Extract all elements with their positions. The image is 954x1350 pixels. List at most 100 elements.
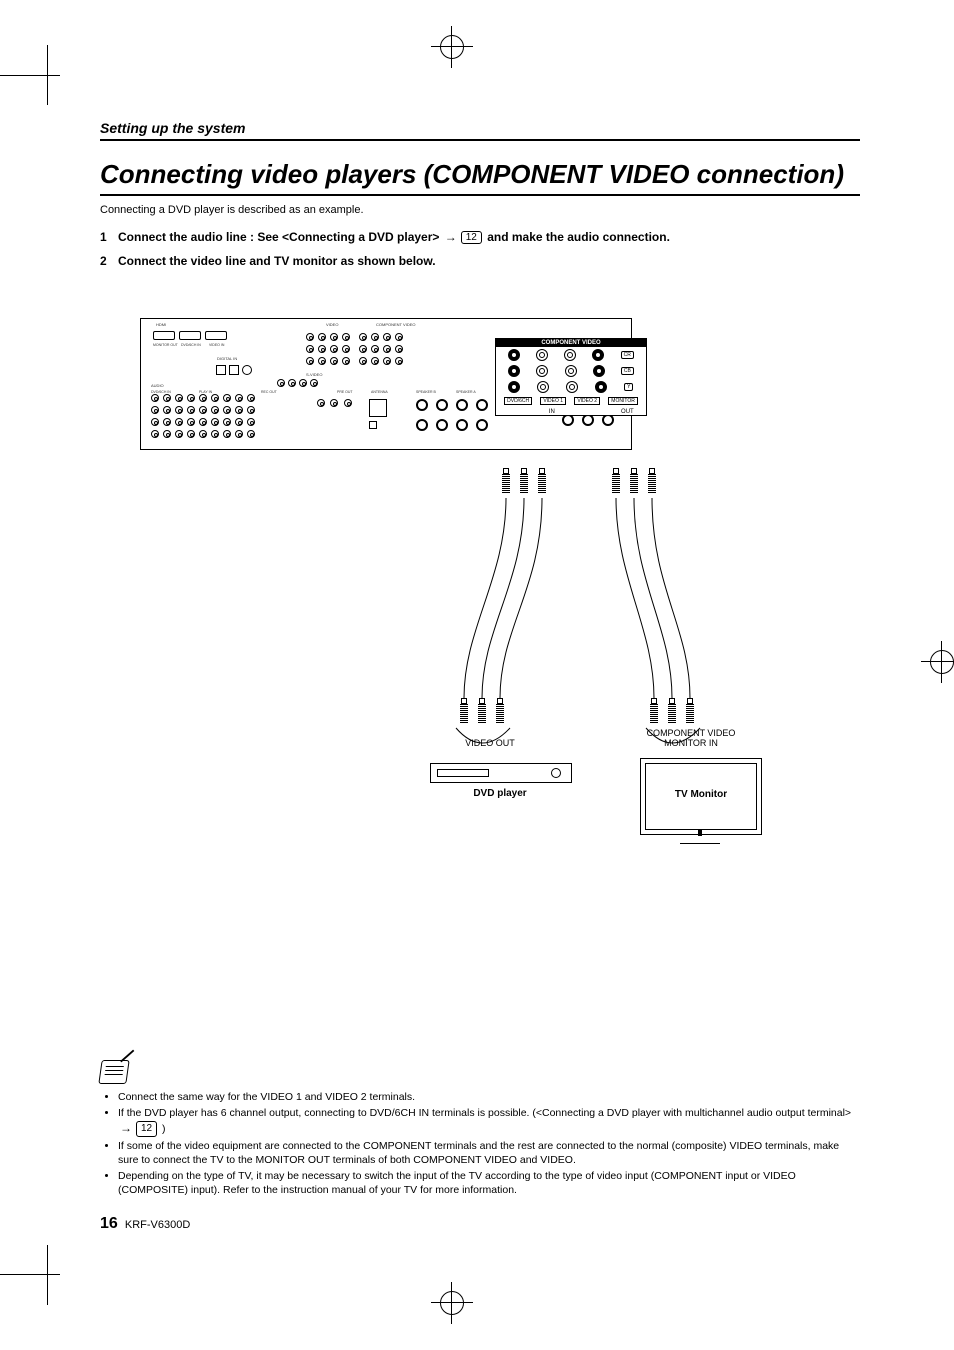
note-item-4: Depending on the type of TV, it may be n…	[118, 1169, 860, 1197]
audio-rca-bank	[151, 394, 257, 440]
label-audio: AUDIO	[151, 384, 164, 388]
note-icon	[98, 1060, 129, 1084]
rca-jack	[564, 349, 576, 361]
step-1-text: Connect the audio line : See <Connecting…	[118, 230, 670, 244]
crop-mark-top-left	[0, 45, 60, 105]
rca-jack	[508, 365, 520, 377]
label-monitor-out: MONITOR OUT	[153, 343, 178, 347]
page-title: Connecting video players (COMPONENT VIDE…	[100, 159, 860, 196]
label-s-video: S-VIDEO	[306, 373, 322, 377]
rca-jack	[592, 349, 604, 361]
label-speaker-a: SPEAKER A	[456, 390, 476, 394]
video-out-label: VIDEO OUT	[460, 738, 520, 748]
arrow-icon: →	[120, 1121, 132, 1135]
step-1-text-b: and make the audio connection.	[487, 230, 670, 244]
section-header: Setting up the system	[100, 120, 860, 141]
rca-jack	[536, 349, 548, 361]
col-label-video2: VIDEO 2	[574, 397, 600, 405]
coaxial-port	[242, 365, 252, 375]
hdmi-port	[153, 331, 175, 340]
crop-mark-bottom-left	[0, 1245, 60, 1305]
label-video: VIDEO	[326, 323, 338, 327]
optical-port	[216, 365, 226, 375]
in-label: IN	[496, 409, 608, 415]
hdmi-port	[179, 331, 201, 340]
registration-mark-bottom	[440, 1291, 464, 1315]
intro-text: Connecting a DVD player is described as …	[100, 204, 860, 216]
dvd-player-label: DVD player	[460, 788, 540, 799]
page-ref-12b: 12	[136, 1121, 157, 1137]
rca-plug	[612, 468, 620, 498]
rca-jack	[593, 365, 605, 377]
plug-group-dvd	[460, 698, 504, 728]
component-monitor-in-line1: COMPONENT VIDEO	[647, 728, 736, 738]
rca-plug	[478, 698, 486, 728]
col-label-dvd6ch: DVD/6CH	[504, 397, 532, 405]
component-monitor-in-label: COMPONENT VIDEO MONITOR IN	[636, 728, 746, 748]
page-footer: 16 KRF-V6300D	[100, 1215, 190, 1233]
note-list: Connect the same way for the VIDEO 1 and…	[100, 1090, 860, 1198]
label-pre-out: PRE OUT	[337, 390, 353, 394]
antenna-block	[369, 399, 387, 417]
label-digital-in: DIGITAL IN	[217, 357, 237, 361]
label-antenna: ANTENNA	[371, 390, 388, 394]
step-1-number: 1	[100, 230, 118, 244]
rca-jack	[565, 365, 577, 377]
col-label-video1: VIDEO 1	[540, 397, 566, 405]
note-item-1: Connect the same way for the VIDEO 1 and…	[118, 1090, 860, 1104]
label-video-in: VIDEO IN	[209, 343, 224, 347]
row-label-cb: CB	[621, 367, 634, 375]
tv-monitor-illustration: TV Monitor	[640, 758, 762, 835]
note-item-2-text: If the DVD player has 6 channel output, …	[118, 1107, 851, 1119]
label-component-video: COMPONENT VIDEO	[376, 323, 416, 327]
rca-plug	[460, 698, 468, 728]
rca-jack	[537, 381, 549, 393]
registration-mark-top	[440, 35, 464, 59]
rca-jack	[595, 381, 607, 393]
note-item-2: If the DVD player has 6 channel output, …	[118, 1106, 860, 1137]
tv-stand	[680, 833, 720, 844]
arrow-icon: →	[445, 230, 457, 244]
rca-plug	[650, 698, 658, 728]
col-label-monitor: MONITOR	[608, 397, 638, 405]
page-number: 16	[100, 1215, 118, 1232]
rca-jack	[536, 365, 548, 377]
model-name: KRF-V6300D	[125, 1219, 190, 1231]
step-2-text: Connect the video line and TV monitor as…	[118, 254, 436, 268]
row-label-y: Y	[624, 383, 633, 391]
connection-diagram: HDMI VIDEO COMPONENT VIDEO MONITOR OUT D…	[140, 318, 820, 878]
label-dvd6ch-in: DVD/6CH IN	[181, 343, 201, 347]
gnd-terminal	[369, 421, 377, 429]
registration-mark-right	[930, 650, 954, 674]
rca-plug	[648, 468, 656, 498]
rca-plug	[668, 698, 676, 728]
hdmi-port	[205, 331, 227, 340]
label-hdmi: HDMI	[156, 323, 166, 327]
rca-jack	[566, 381, 578, 393]
component-video-title: COMPONENT VIDEO	[496, 339, 646, 347]
rca-jack	[508, 381, 520, 393]
rca-plug	[538, 468, 546, 498]
rca-plug	[496, 698, 504, 728]
plug-group-tv	[650, 698, 694, 728]
component-video-detail: COMPONENT VIDEO CR CB Y	[495, 338, 647, 416]
rca-jack	[508, 349, 520, 361]
label-rec-out: REC OUT	[261, 390, 277, 394]
step-1-text-a: Connect the audio line : See <Connecting…	[118, 230, 439, 244]
rca-plug	[502, 468, 510, 498]
page-ref-12: 12	[461, 231, 482, 244]
plug-group-right	[612, 468, 656, 498]
rca-plug	[520, 468, 528, 498]
notes-section: Connect the same way for the VIDEO 1 and…	[100, 1060, 860, 1200]
tv-monitor-label: TV Monitor	[641, 789, 761, 800]
step-2-number: 2	[100, 254, 118, 268]
note-item-3: If some of the video equipment are conne…	[118, 1139, 860, 1167]
label-speaker-b: SPEAKER B	[416, 390, 436, 394]
dvd-player-illustration	[430, 763, 572, 783]
optical-port	[229, 365, 239, 375]
row-label-cr: CR	[621, 351, 634, 359]
step-2: 2 Connect the video line and TV monitor …	[100, 254, 860, 268]
plug-group-left	[502, 468, 546, 498]
out-label: OUT	[609, 409, 646, 415]
component-monitor-in-line2: MONITOR IN	[664, 738, 718, 748]
